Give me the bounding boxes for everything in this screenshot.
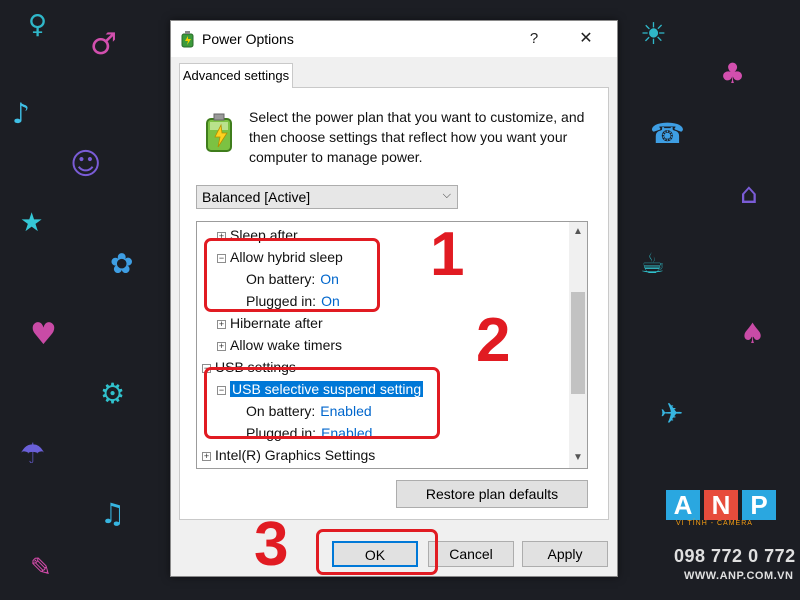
help-button[interactable]: ? xyxy=(519,27,549,51)
power-plan-select-value: Balanced [Active] xyxy=(202,189,311,205)
apply-button[interactable]: Apply xyxy=(522,541,608,567)
wallpaper-doodle: ☀ xyxy=(640,17,667,52)
tree-item-label: Intel(R) Graphics Settings xyxy=(215,447,376,463)
expand-icon[interactable]: + xyxy=(217,342,226,351)
wallpaper-doodle: ♠ xyxy=(740,317,766,350)
wallpaper-doodle: ✎ xyxy=(30,553,52,583)
wallpaper-doodle: ☕ xyxy=(640,247,666,280)
title-bar: Power Options ? ✕ xyxy=(171,21,617,57)
expand-icon[interactable]: + xyxy=(217,320,226,329)
callout-box-hybrid-sleep xyxy=(204,238,380,312)
power-options-icon xyxy=(181,31,194,48)
logo-tagline: VI TÍNH - CAMERA xyxy=(676,520,753,527)
tree-item-intel-graphics[interactable]: + Intel(R) Graphics Settings xyxy=(202,445,375,465)
power-plan-select[interactable]: Balanced [Active] ⌵ xyxy=(196,185,458,209)
wallpaper-doodle: ⚙ xyxy=(100,377,126,410)
wallpaper-doodle: ♥ xyxy=(30,317,57,352)
logo-letter-p: P xyxy=(742,490,776,520)
callout-number-2: 2 xyxy=(476,306,511,375)
wallpaper-doodle: ♂ xyxy=(90,27,117,62)
logo-phone: 098 772 0 772 xyxy=(674,546,796,566)
tree-item-hibernate-after[interactable]: + Hibernate after xyxy=(217,313,323,333)
anp-watermark-logo: A N P VI TÍNH - CAMERA 098 772 0 772 WWW… xyxy=(636,490,800,600)
window-title: Power Options xyxy=(202,31,294,47)
tree-scrollbar[interactable]: ▲ ▼ xyxy=(569,222,587,468)
tree-item-label: Allow wake timers xyxy=(230,337,343,353)
wallpaper-doodle: ✿ xyxy=(110,247,134,280)
scrollbar-thumb[interactable] xyxy=(571,292,585,394)
wallpaper-doodle: ♣ xyxy=(720,57,746,90)
wallpaper-doodle: ♪ xyxy=(12,97,30,130)
tab-advanced-settings[interactable]: Advanced settings xyxy=(179,63,293,88)
scroll-up-arrow-icon[interactable]: ▲ xyxy=(569,224,587,240)
callout-number-1: 1 xyxy=(430,220,465,289)
expand-icon[interactable]: + xyxy=(202,452,211,461)
cancel-button[interactable]: Cancel xyxy=(428,541,514,567)
logo-url: WWW.ANP.COM.VN xyxy=(684,570,794,582)
wallpaper-doodle: ☂ xyxy=(20,437,46,470)
wallpaper-doodle: ☎ xyxy=(650,117,685,150)
tree-item-label: Hibernate after xyxy=(230,315,323,331)
wallpaper-doodle: ★ xyxy=(20,208,44,238)
close-button[interactable]: ✕ xyxy=(569,27,603,51)
intro-description: Select the power plan that you want to c… xyxy=(249,109,585,165)
wallpaper-doodle: ☺ xyxy=(70,147,102,182)
scroll-down-arrow-icon[interactable]: ▼ xyxy=(569,450,587,466)
logo-letter-a: A xyxy=(666,490,700,520)
restore-plan-defaults-button[interactable]: Restore plan defaults xyxy=(396,480,588,508)
tree-item-allow-wake-timers[interactable]: + Allow wake timers xyxy=(217,335,342,355)
wallpaper-doodle: ✈ xyxy=(660,397,684,430)
chevron-down-icon: ⌵ xyxy=(442,189,451,201)
wallpaper-doodle: ⌂ xyxy=(740,177,758,210)
callout-box-usb-suspend xyxy=(204,367,440,439)
logo-letter-n: N xyxy=(704,490,738,520)
callout-number-3: 3 xyxy=(254,510,289,579)
callout-box-ok xyxy=(316,529,438,575)
wallpaper-doodle: ♀ xyxy=(28,10,48,40)
battery-power-icon xyxy=(206,113,232,152)
wallpaper-doodle: ♫ xyxy=(100,497,126,530)
